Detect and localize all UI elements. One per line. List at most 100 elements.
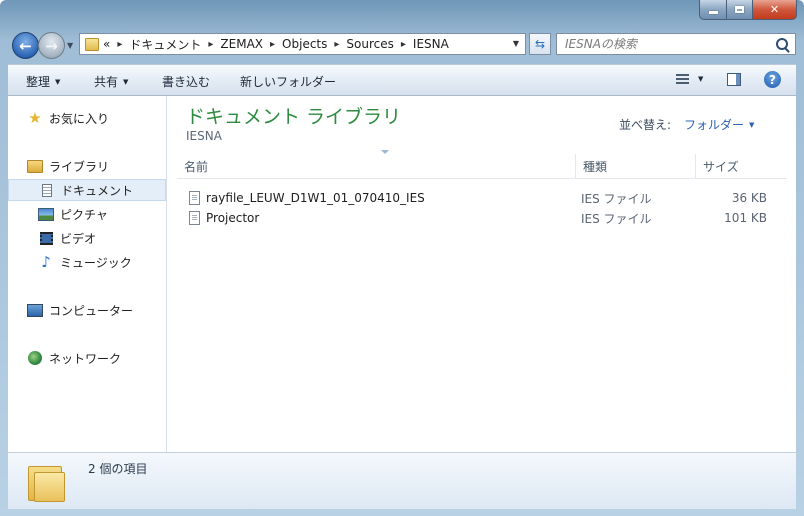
breadcrumb-item-objects[interactable]: Objects (282, 37, 327, 51)
library-subtitle: IESNA (186, 129, 222, 143)
dropdown-arrow-icon: ▼ (55, 77, 61, 86)
folder-icon (28, 462, 65, 502)
file-name: rayfile_LEUW_D1W1_01_070410_IES (206, 191, 425, 205)
nav-label: ネットワーク (49, 351, 122, 366)
file-row[interactable]: rayfile_LEUW_D1W1_01_070410_IES IES ファイル… (177, 188, 787, 208)
share-button[interactable]: 共有 ▼ (94, 73, 128, 90)
nav-label: ライブラリ (49, 159, 110, 174)
search-box[interactable] (556, 33, 796, 55)
help-icon[interactable]: ? (764, 71, 781, 88)
back-button[interactable]: ← (12, 32, 39, 59)
folder-icon (85, 37, 99, 51)
close-icon: ✕ (769, 3, 780, 16)
library-icon (27, 159, 43, 173)
file-type: IES ファイル (581, 191, 652, 206)
computer-icon (27, 303, 43, 317)
share-label: 共有 (94, 75, 119, 89)
breadcrumb-item-zemax[interactable]: ZEMAX (220, 37, 263, 51)
file-name-cell: rayfile_LEUW_D1W1_01_070410_IES (189, 188, 425, 208)
column-header-size[interactable]: サイズ (695, 154, 775, 178)
video-icon (38, 231, 54, 245)
chevron-right-icon[interactable]: ▸ (270, 39, 275, 50)
preview-pane-icon[interactable] (727, 73, 741, 86)
breadcrumb-item-sources[interactable]: Sources (346, 37, 393, 51)
column-headers: 名前 種類 サイズ (177, 150, 787, 179)
file-size: 36 KB (731, 191, 767, 205)
view-options-dropdown[interactable]: ▼ (698, 75, 703, 83)
new-folder-label: 新しいフォルダー (240, 75, 337, 89)
file-list-pane: ドキュメント ライブラリ IESNA 並べ替え: フォルダー ▼ 名前 種類 サイ… (167, 96, 796, 452)
arrow-left-icon: ← (19, 36, 32, 55)
arrange-by-label: 並べ替え: (619, 118, 672, 132)
minimize-icon (708, 11, 718, 14)
file-size: 101 KB (724, 211, 767, 225)
refresh-button[interactable]: ⇆ (529, 33, 551, 55)
details-pane: 2 個の項目 (8, 452, 796, 509)
breadcrumb: « ▸ ドキュメント ▸ ZEMAX ▸ Objects ▸ Sources ▸… (103, 36, 449, 53)
organize-label: 整理 (26, 75, 51, 89)
file-type: IES ファイル (581, 211, 652, 226)
minimize-button[interactable] (699, 0, 727, 20)
maximize-icon (735, 6, 744, 13)
column-header-type[interactable]: 種類 (575, 154, 695, 178)
address-bar[interactable]: « ▸ ドキュメント ▸ ZEMAX ▸ Objects ▸ Sources ▸… (79, 33, 526, 55)
nav-label: コンピューター (49, 303, 134, 318)
file-icon (189, 211, 200, 225)
search-input[interactable] (563, 34, 767, 54)
arrow-right-icon: → (45, 36, 58, 55)
refresh-icon: ⇆ (534, 37, 546, 51)
explorer-window: ✕ ← → ▼ « ▸ ドキュメント ▸ ZEMAX ▸ Objects ▸ S… (0, 0, 804, 516)
column-header-name[interactable]: 名前 (177, 154, 575, 178)
file-name: Projector (206, 211, 260, 225)
search-icon[interactable] (776, 38, 788, 50)
nav-item-computer[interactable]: コンピューター (8, 299, 166, 321)
file-name-cell: Projector (189, 208, 259, 228)
dropdown-arrow-icon: ▼ (749, 120, 755, 129)
star-icon: ★ (28, 109, 42, 127)
breadcrumb-item-documents[interactable]: ドキュメント (129, 36, 201, 53)
command-bar: 整理 ▼ 共有 ▼ 書き込む 新しいフォルダー ▼ ? (8, 64, 796, 96)
nav-item-pictures[interactable]: ピクチャ (8, 203, 166, 225)
maximize-button[interactable] (727, 0, 753, 20)
item-count: 2 個の項目 (88, 462, 148, 476)
nav-label: ピクチャ (60, 207, 108, 222)
chevron-right-icon[interactable]: ▸ (334, 39, 339, 50)
chevron-right-icon[interactable]: ▸ (117, 39, 122, 50)
pictures-icon (38, 207, 54, 221)
nav-item-videos[interactable]: ビデオ (8, 227, 166, 249)
arrange-by-value: フォルダー (684, 118, 745, 132)
breadcrumb-item-iesna[interactable]: IESNA (413, 37, 449, 51)
change-view-icon[interactable] (676, 74, 689, 85)
organize-button[interactable]: 整理 ▼ (26, 73, 60, 90)
breadcrumb-overflow[interactable]: « (103, 37, 110, 51)
nav-item-music[interactable]: ♪ ミュージック (8, 251, 166, 273)
burn-button[interactable]: 書き込む (162, 73, 210, 90)
burn-label: 書き込む (162, 75, 211, 89)
dropdown-arrow-icon: ▼ (123, 77, 129, 86)
nav-label: ミュージック (60, 255, 132, 270)
forward-button[interactable]: → (38, 32, 65, 59)
navigation-bar: ← → ▼ « ▸ ドキュメント ▸ ZEMAX ▸ Objects ▸ Sou… (8, 32, 796, 59)
network-icon (27, 351, 43, 365)
nav-item-libraries[interactable]: ライブラリ (8, 155, 166, 177)
nav-label: ビデオ (60, 231, 97, 246)
arrange-by-dropdown[interactable]: フォルダー ▼ (684, 116, 754, 133)
recent-pages-dropdown[interactable]: ▼ (67, 41, 73, 50)
caption-buttons: ✕ (699, 0, 797, 20)
address-dropdown-icon[interactable]: ▼ (513, 39, 519, 48)
nav-label: お気に入り (49, 111, 110, 126)
nav-item-documents[interactable]: ドキュメント (8, 179, 166, 201)
nav-item-network[interactable]: ネットワーク (8, 347, 166, 369)
file-row[interactable]: Projector IES ファイル 101 KB (177, 208, 787, 228)
close-button[interactable]: ✕ (753, 0, 797, 20)
chevron-right-icon[interactable]: ▸ (208, 39, 213, 50)
nav-label: ドキュメント (61, 183, 134, 198)
file-icon (189, 191, 200, 205)
music-note-icon: ♪ (41, 253, 51, 271)
chevron-right-icon[interactable]: ▸ (401, 39, 406, 50)
library-title: ドキュメント ライブラリ (186, 106, 402, 128)
nav-item-favorites[interactable]: ★ お気に入り (8, 107, 166, 129)
new-folder-button[interactable]: 新しいフォルダー (240, 73, 336, 90)
navigation-pane: ★ お気に入り ライブラリ ドキュメント ピクチャ ビデオ ♪ ミュージック コンピ… (8, 96, 167, 452)
document-icon (39, 183, 55, 197)
